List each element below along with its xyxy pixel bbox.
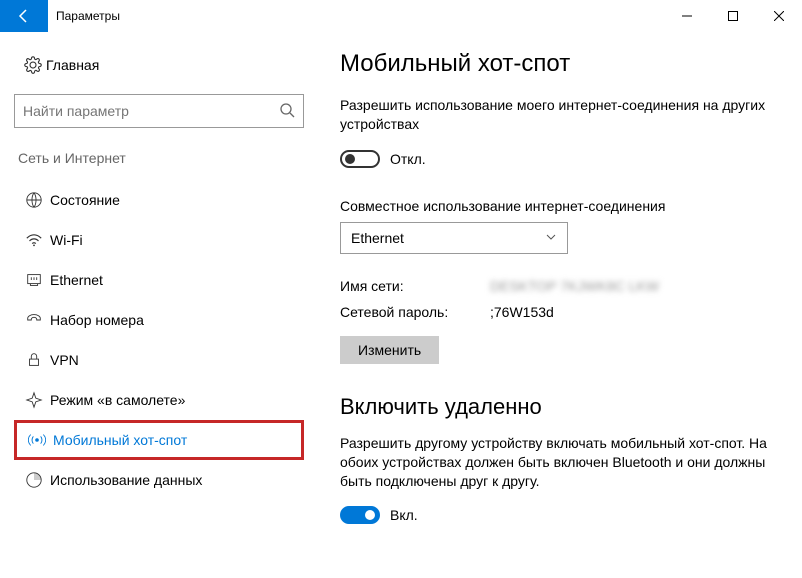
- ethernet-icon: [20, 271, 48, 289]
- sidebar-item-ethernet[interactable]: Ethernet: [14, 260, 304, 300]
- network-name-label: Имя сети:: [340, 278, 490, 294]
- sidebar-section-label: Сеть и Интернет: [14, 150, 300, 166]
- titlebar-spacer: [120, 0, 664, 32]
- sidebar: Главная Сеть и Интернет Состояние Wi-Fi …: [0, 32, 310, 578]
- remote-toggle-label: Вкл.: [390, 507, 418, 523]
- dialup-icon: [20, 311, 48, 329]
- sidebar-home[interactable]: Главная: [14, 46, 300, 84]
- sidebar-item-label: Ethernet: [48, 272, 103, 288]
- sidebar-item-label: Мобильный хот-спот: [51, 432, 187, 448]
- window-title: Параметры: [48, 0, 120, 32]
- sidebar-item-airplane[interactable]: Режим «в самолете»: [14, 380, 304, 420]
- wifi-icon: [20, 231, 48, 249]
- sidebar-item-wifi[interactable]: Wi-Fi: [14, 220, 304, 260]
- network-name-value: DESKTOP 7KJWK8C LKW: [490, 278, 659, 294]
- share-source-dropdown[interactable]: Ethernet: [340, 222, 568, 254]
- gear-icon: [20, 56, 46, 74]
- search-box[interactable]: [14, 94, 304, 128]
- back-button[interactable]: [0, 0, 48, 32]
- remote-toggle[interactable]: [340, 506, 380, 524]
- sidebar-item-data-usage[interactable]: Использование данных: [14, 460, 304, 500]
- sidebar-item-status[interactable]: Состояние: [14, 180, 304, 220]
- share-toggle-label: Откл.: [390, 151, 426, 167]
- edit-button[interactable]: Изменить: [340, 336, 439, 364]
- airplane-icon: [20, 391, 48, 409]
- remote-description: Разрешить другому устройству включать мо…: [340, 434, 782, 491]
- sidebar-item-label: Wi-Fi: [48, 232, 83, 248]
- minimize-button[interactable]: [664, 0, 710, 32]
- network-password-label: Сетевой пароль:: [340, 304, 490, 320]
- sidebar-item-hotspot[interactable]: Мобильный хот-спот: [14, 420, 304, 460]
- sidebar-item-label: Состояние: [48, 192, 120, 208]
- chevron-down-icon: [545, 230, 557, 246]
- vpn-icon: [20, 351, 48, 369]
- maximize-button[interactable]: [710, 0, 756, 32]
- search-input[interactable]: [23, 103, 279, 119]
- sidebar-item-label: VPN: [48, 352, 79, 368]
- globe-icon: [20, 191, 48, 209]
- search-icon: [279, 102, 295, 121]
- hotspot-icon: [23, 431, 51, 449]
- share-source-label: Совместное использование интернет-соедин…: [340, 198, 782, 214]
- sidebar-item-dialup[interactable]: Набор номера: [14, 300, 304, 340]
- share-toggle[interactable]: [340, 150, 380, 168]
- sidebar-item-label: Использование данных: [48, 472, 202, 488]
- data-usage-icon: [20, 471, 48, 489]
- network-password-value: ;76W153d: [490, 304, 554, 320]
- share-description: Разрешить использование моего интернет-с…: [340, 96, 782, 134]
- sidebar-item-label: Режим «в самолете»: [48, 392, 185, 408]
- share-source-value: Ethernet: [351, 230, 404, 246]
- main-content: Мобильный хот-спот Разрешить использован…: [310, 32, 802, 578]
- remote-heading: Включить удаленно: [340, 394, 782, 420]
- sidebar-item-vpn[interactable]: VPN: [14, 340, 304, 380]
- sidebar-home-label: Главная: [46, 57, 99, 73]
- sidebar-item-label: Набор номера: [48, 312, 144, 328]
- page-heading: Мобильный хот-спот: [340, 50, 782, 78]
- close-button[interactable]: [756, 0, 802, 32]
